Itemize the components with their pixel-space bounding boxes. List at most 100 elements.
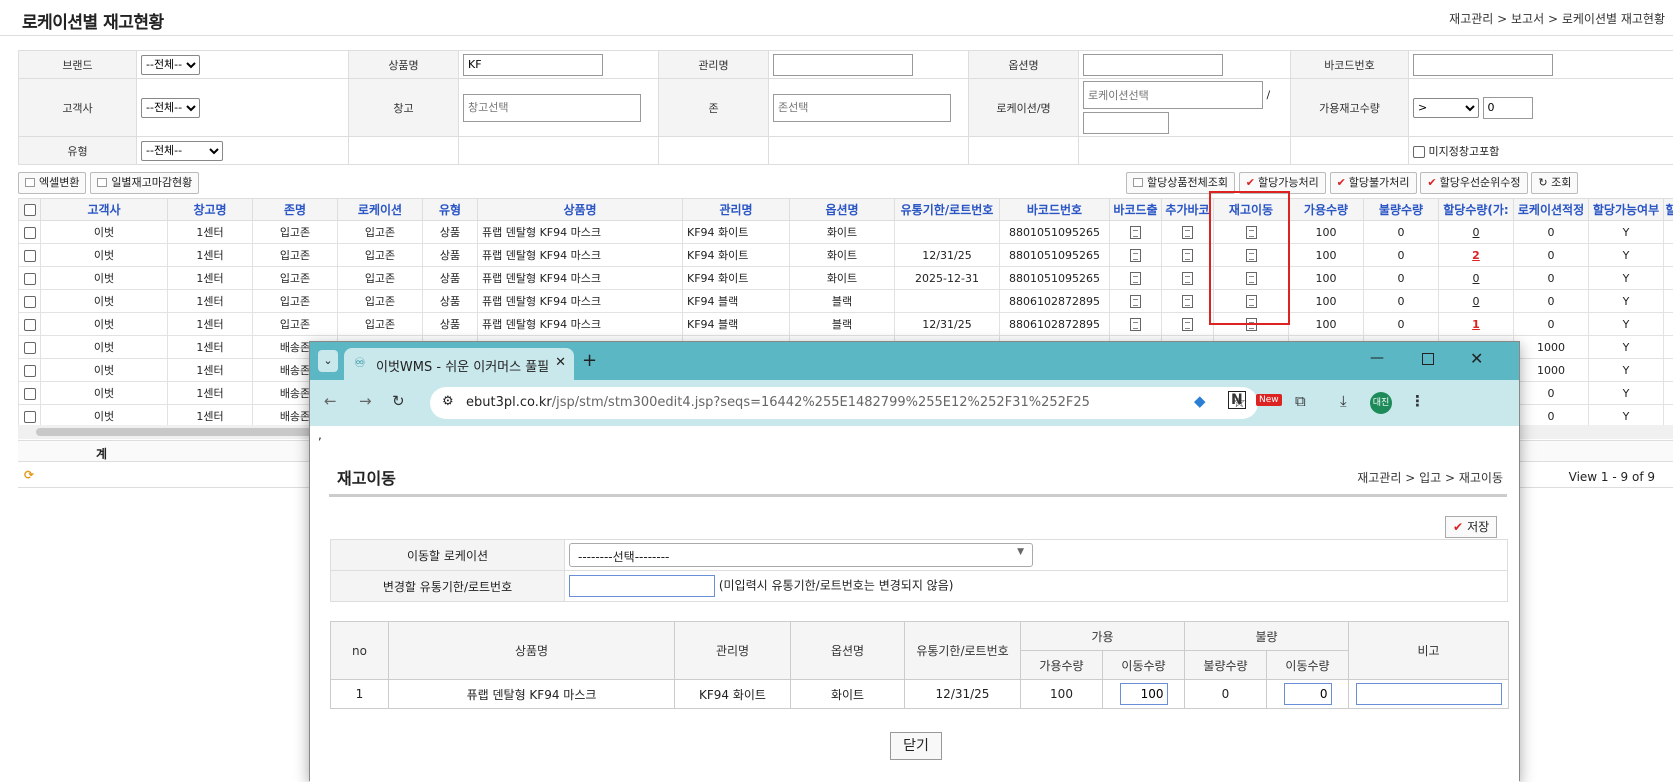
table-row[interactable]: 이벗1센터입고존입고존상품퓨랩 덴탈형 KF94 마스크KF94 화이트화이트2… [19, 267, 1673, 290]
cell-alloc[interactable]: 2 [1439, 244, 1514, 267]
alloc-link[interactable]: 1 [1472, 318, 1480, 331]
cell-alloc[interactable]: 0 [1439, 267, 1514, 290]
select-all-checkbox[interactable] [24, 204, 36, 216]
new-badge[interactable]: New [1256, 394, 1282, 406]
reload-icon[interactable]: ⟳ [24, 468, 34, 482]
col-header[interactable]: 옵션명 [790, 199, 895, 221]
cell-extra-barcode[interactable] [1162, 290, 1214, 313]
col-header[interactable]: 할당가능여부 [1589, 199, 1664, 221]
table-row[interactable]: 이벗1센터입고존입고존상품퓨랩 덴탈형 KF94 마스크KF94 블랙블랙880… [19, 290, 1673, 313]
alloc-link[interactable]: 2 [1472, 249, 1480, 262]
option-input[interactable] [1083, 54, 1223, 76]
col-header[interactable]: 불량수량 [1364, 199, 1439, 221]
alloc-priority-button[interactable]: ✔할당우선순위수정 [1420, 172, 1527, 194]
tab-close-icon[interactable]: ✕ [555, 355, 566, 370]
zone-input[interactable] [773, 94, 951, 122]
tab-search-icon[interactable]: ⌄ [318, 350, 338, 372]
location-input[interactable] [1083, 81, 1263, 109]
table-row[interactable]: 이벗1센터입고존입고존상품퓨랩 덴탈형 KF94 마스크KF94 블랙블랙12/… [19, 313, 1673, 336]
extensions-puzzle-icon[interactable]: ⧉ [1295, 392, 1306, 410]
row-checkbox[interactable] [24, 365, 36, 377]
document-icon[interactable] [1130, 226, 1141, 239]
document-icon[interactable] [1130, 318, 1141, 331]
cell-extra-barcode[interactable] [1162, 313, 1214, 336]
move-qty-input[interactable] [1120, 683, 1168, 705]
row-checkbox[interactable] [24, 388, 36, 400]
url-bar[interactable]: ⚙ ebut3pl.co.kr/jsp/stm/stm300edit4.jsp?… [430, 387, 1258, 419]
cell-alloc[interactable]: 0 [1439, 221, 1514, 244]
alloc-link[interactable]: 0 [1473, 272, 1480, 285]
notion-icon[interactable]: N [1228, 391, 1246, 409]
row-select-cell[interactable] [19, 382, 41, 405]
alloc-link[interactable]: 0 [1473, 295, 1480, 308]
location-name-input[interactable] [1083, 112, 1169, 134]
row-select-cell[interactable] [19, 336, 41, 359]
col-header[interactable]: 유형 [423, 199, 478, 221]
note-input[interactable] [1356, 683, 1502, 705]
table-row[interactable]: 이벗1센터입고존입고존상품퓨랩 덴탈형 KF94 마스크KF94 화이트화이트1… [19, 244, 1673, 267]
col-header[interactable]: 창고명 [168, 199, 253, 221]
document-icon[interactable] [1182, 249, 1193, 262]
maximize-icon[interactable] [1422, 353, 1434, 365]
menu-dots-icon[interactable]: ⋮ [1410, 392, 1425, 410]
document-icon[interactable] [1130, 272, 1141, 285]
document-icon[interactable] [1130, 295, 1141, 308]
document-icon[interactable] [1130, 249, 1141, 262]
alloc-no-button[interactable]: ✔할당불가처리 [1330, 172, 1417, 194]
site-info-icon[interactable]: ⚙ [442, 394, 454, 409]
alloc-link[interactable]: 0 [1473, 226, 1480, 239]
row-checkbox[interactable] [24, 227, 36, 239]
close-button[interactable]: 닫기 [890, 732, 942, 760]
document-icon[interactable] [1182, 272, 1193, 285]
col-header[interactable]: 추가바코 [1162, 199, 1214, 221]
row-select-cell[interactable] [19, 244, 41, 267]
excel-button[interactable]: 엑셀변환 [18, 172, 86, 194]
avail-op-select[interactable]: > [1413, 98, 1479, 118]
row-select-cell[interactable] [19, 221, 41, 244]
col-header[interactable]: 로케이션적정 [1514, 199, 1589, 221]
profile-avatar[interactable]: 대진 [1370, 392, 1392, 414]
cell-barcode-print[interactable] [1110, 313, 1162, 336]
unassigned-checkbox[interactable] [1413, 146, 1425, 158]
row-checkbox[interactable] [24, 319, 36, 331]
cell-barcode-print[interactable] [1110, 221, 1162, 244]
new-tab-icon[interactable]: + [582, 350, 597, 371]
row-checkbox[interactable] [24, 342, 36, 354]
mgmt-input[interactable] [773, 54, 913, 76]
window-close-icon[interactable]: ✕ [1470, 349, 1483, 368]
barcode-input[interactable] [1413, 54, 1553, 76]
document-icon[interactable] [1182, 318, 1193, 331]
search-button[interactable]: ↻ 조회 [1531, 172, 1578, 194]
customer-select[interactable]: --전체-- [141, 98, 200, 118]
defect-move-input[interactable] [1284, 683, 1332, 705]
col-header[interactable]: 바코드번호 [1000, 199, 1110, 221]
save-button[interactable]: ✔저장 [1445, 516, 1497, 538]
cell-extra-barcode[interactable] [1162, 221, 1214, 244]
col-header[interactable]: 상품명 [478, 199, 683, 221]
row-checkbox[interactable] [24, 273, 36, 285]
minimize-icon[interactable]: — [1370, 350, 1384, 366]
cell-extra-barcode[interactable] [1162, 267, 1214, 290]
cell-barcode-print[interactable] [1110, 290, 1162, 313]
col-header[interactable]: 할 [1664, 199, 1673, 221]
avail-value-input[interactable] [1483, 97, 1533, 119]
col-header[interactable]: 할당수량(가: [1439, 199, 1514, 221]
download-icon[interactable]: ⤓ [1340, 392, 1347, 410]
cell-barcode-print[interactable] [1110, 244, 1162, 267]
row-checkbox[interactable] [24, 296, 36, 308]
expiry-input[interactable] [569, 575, 715, 597]
extension-tag-icon[interactable]: ◆ [1194, 392, 1206, 410]
daily-close-button[interactable]: 일별재고마감현황 [90, 172, 199, 194]
row-select-cell[interactable] [19, 267, 41, 290]
row-checkbox[interactable] [24, 411, 36, 423]
reload-page-icon[interactable]: ↻ [392, 392, 405, 410]
scroll-thumb[interactable] [36, 428, 336, 436]
cell-alloc[interactable]: 1 [1439, 313, 1514, 336]
browser-tab[interactable]: ♾ 이벗WMS - 쉬운 이커머스 풀필 ✕ [344, 348, 574, 380]
col-header[interactable]: 바코드출 [1110, 199, 1162, 221]
back-icon[interactable]: ← [324, 392, 337, 410]
col-header[interactable]: 고객사 [41, 199, 168, 221]
cell-alloc[interactable]: 0 [1439, 290, 1514, 313]
col-header[interactable]: 관리명 [683, 199, 790, 221]
cell-barcode-print[interactable] [1110, 267, 1162, 290]
